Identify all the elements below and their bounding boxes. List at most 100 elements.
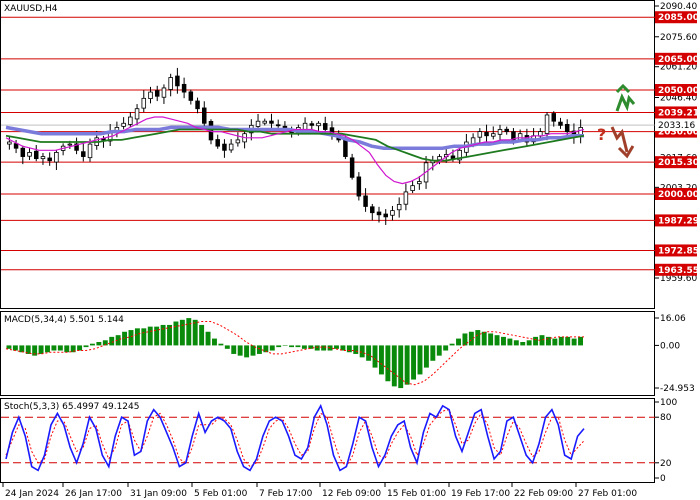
stoch-tick-label: 0: [660, 474, 666, 484]
macd-bar: [179, 319, 185, 346]
candle-body: [175, 75, 180, 87]
stoch-tick-label: 20: [660, 459, 672, 469]
level-label: 2015.30: [658, 158, 699, 168]
macd-bar: [558, 336, 564, 346]
macd-bar: [83, 345, 89, 348]
candle-body: [27, 151, 32, 157]
candle-body: [349, 157, 355, 178]
macd-bar: [507, 338, 513, 346]
macd-histogram: [5, 318, 584, 389]
macd-bar: [147, 326, 153, 346]
price-pane-frame: [0, 0, 655, 309]
macd-bar: [51, 345, 57, 351]
candle-body: [67, 143, 73, 146]
candle-body: [148, 91, 153, 99]
macd-bar: [160, 324, 166, 346]
macd-bar: [526, 340, 532, 346]
candle-body: [370, 206, 375, 214]
macd-label: MACD(5,34,4) 5.501 5.144: [4, 315, 124, 325]
chart-canvas: 2090.402075.602061.202046.402032.002017.…: [0, 0, 699, 499]
time-tick-label: 19 Feb 17:00: [451, 489, 510, 499]
candle-body: [154, 90, 160, 97]
macd-bar: [282, 345, 288, 346]
candle-body: [215, 139, 220, 147]
candle-body: [275, 124, 281, 127]
candle-body: [322, 123, 328, 130]
macd-bar: [398, 345, 404, 389]
macd-bar: [64, 345, 70, 353]
candle-body: [504, 128, 509, 133]
macd-bar: [205, 331, 211, 346]
macd-bar: [276, 345, 282, 348]
level-label: 1963.55: [658, 266, 699, 276]
macd-bar: [224, 345, 230, 349]
candle-body: [188, 91, 194, 101]
macd-bar: [501, 336, 506, 346]
candle-body: [168, 77, 173, 90]
candle-body: [40, 156, 46, 160]
macd-bar: [122, 331, 128, 346]
macd-bar: [45, 345, 50, 353]
ma-fast-line: [5, 116, 585, 185]
candle-body: [47, 157, 52, 162]
candle-body: [316, 122, 321, 127]
candle-body: [54, 151, 59, 163]
candle-body: [134, 108, 140, 120]
candle-body: [161, 87, 167, 98]
macd-bar: [430, 345, 436, 361]
macd-bar: [199, 324, 205, 346]
macd-bar: [231, 345, 237, 354]
macd-bar: [423, 345, 429, 368]
macd-bar: [552, 338, 558, 346]
candle-body: [551, 113, 557, 122]
time-axis: 24 Jan 2024 26 Jan 17:00 31 Jan 09:00 5 Feb…: [2, 483, 637, 499]
macd-bar: [212, 338, 217, 346]
macd-bar: [475, 330, 481, 346]
macd-bar: [533, 336, 539, 346]
candle-body: [269, 120, 274, 124]
price-tick-label: 2075.60: [660, 33, 697, 43]
candle-body: [544, 114, 550, 134]
macd-bar: [128, 330, 134, 346]
macd-bar: [19, 345, 25, 353]
candle-body: [121, 122, 126, 127]
macd-bar: [346, 345, 352, 353]
macd-bar: [494, 335, 500, 346]
candle-body: [410, 185, 415, 191]
stoch-label: Stoch(5,3,3) 65.4997 49.1245: [4, 402, 139, 412]
macd-bar: [192, 319, 198, 346]
level-label: 2085.00: [658, 13, 699, 23]
macd-bar: [269, 345, 275, 351]
candle-body: [262, 120, 268, 124]
macd-bar: [244, 345, 250, 358]
macd-bar: [141, 328, 147, 346]
time-tick-label: 22 Feb 09:00: [514, 489, 573, 499]
stochastic-lines: [1, 403, 655, 472]
candle-body: [141, 97, 147, 109]
level-label: 2065.00: [658, 55, 699, 65]
macd-bar: [321, 345, 327, 351]
macd-bar: [334, 345, 339, 349]
macd-bar: [314, 345, 320, 351]
candle-body: [202, 107, 207, 124]
macd-bar: [436, 345, 442, 356]
macd-bar: [186, 318, 192, 346]
macd-bar: [256, 345, 262, 354]
candles: [7, 67, 583, 225]
ma-slow-line: [5, 125, 584, 150]
level-label: 2000.00: [658, 190, 699, 200]
moving-averages: [5, 116, 585, 185]
candle-body: [222, 143, 227, 151]
candle-body: [417, 181, 422, 185]
price-axis: 2090.402075.602061.202046.402032.002017.…: [655, 2, 697, 284]
stoch-main-line: [5, 403, 585, 472]
candle-body: [437, 156, 442, 161]
macd-bar: [289, 345, 294, 348]
candle-body: [128, 116, 133, 125]
symbol-label: XAUUSD,H4: [4, 4, 58, 14]
macd-bar: [38, 345, 44, 354]
level-label: 1987.29: [658, 216, 699, 226]
time-tick-label: 5 Feb 01:00: [194, 489, 248, 499]
macd-signal-line: [5, 321, 584, 386]
candle-body: [195, 100, 200, 110]
